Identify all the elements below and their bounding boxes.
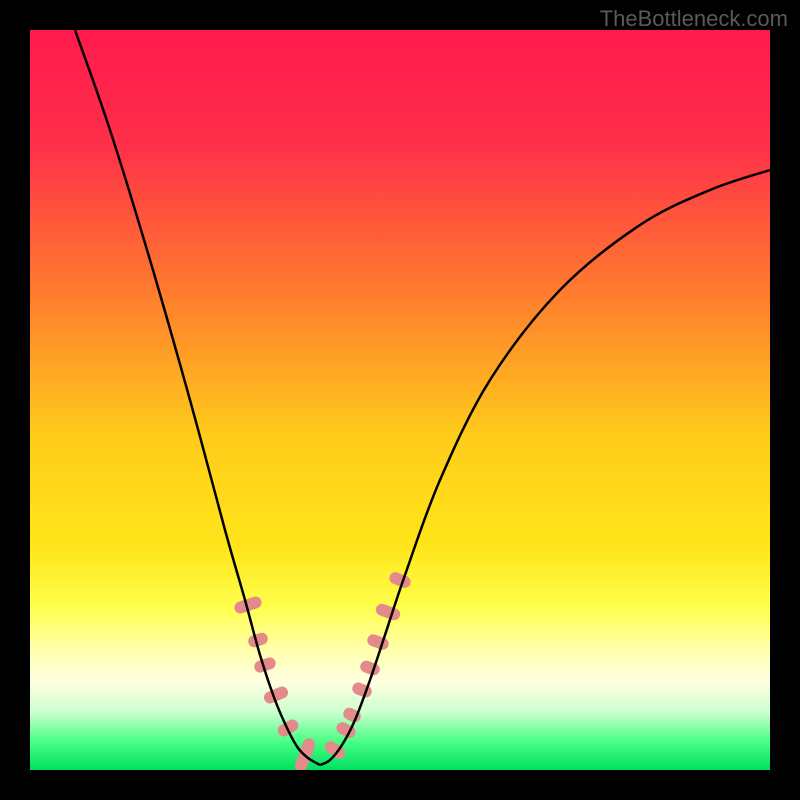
data-dots xyxy=(233,570,413,770)
curve-left-branch xyxy=(75,30,320,765)
curve-layer xyxy=(30,30,770,770)
curve-right-branch xyxy=(320,170,770,765)
plot-area xyxy=(30,30,770,770)
watermark-text: TheBottleneck.com xyxy=(600,6,788,32)
